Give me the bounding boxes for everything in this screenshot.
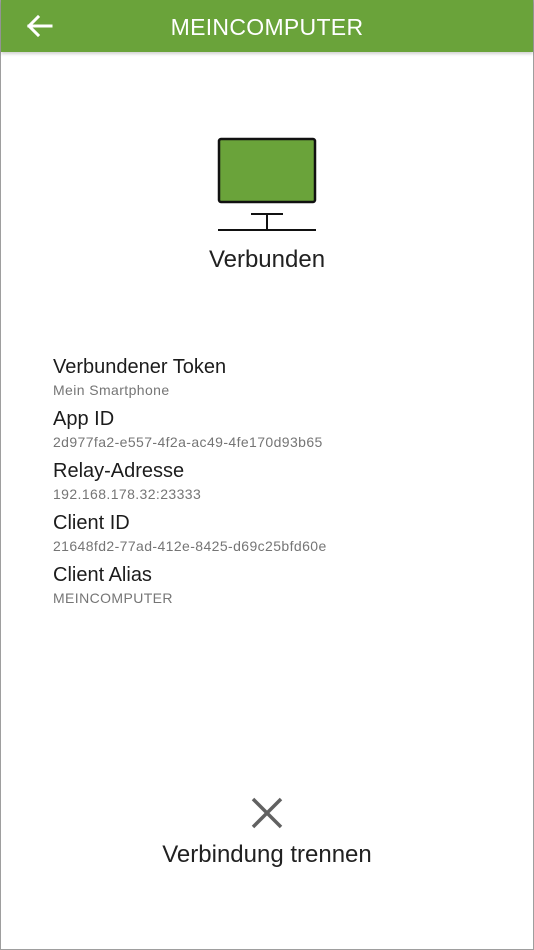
disconnect-label: Verbindung trennen [162, 841, 372, 868]
detail-label: Client Alias [53, 564, 152, 586]
connection-detail-screen: MEINCOMPUTER Verbunden Verbundener Token… [0, 0, 534, 950]
detail-value: 21648fd2-77ad-412e-8425-d69c25bfd60e [53, 538, 327, 554]
detail-row-client-alias: Client Alias MEINCOMPUTER [53, 563, 493, 615]
detail-label: Verbundener Token [53, 356, 227, 378]
detail-label: App ID [53, 408, 115, 430]
connection-details: Verbundener Token Mein Smartphone App ID… [53, 355, 493, 615]
status-text: Verbunden [208, 246, 326, 273]
detail-value: 2d977fa2-e557-4f2a-ac49-4fe170d93b65 [53, 434, 323, 450]
detail-value: 192.168.178.32:23333 [53, 486, 202, 502]
disconnect-button[interactable]: Verbindung trennen [1, 796, 533, 869]
detail-row-app-id: App ID 2d977fa2-e557-4f2a-ac49-4fe170d93… [53, 407, 493, 459]
detail-value: Mein Smartphone [53, 382, 170, 398]
close-icon [251, 797, 283, 829]
detail-row-relay-address: Relay-Adresse 192.168.178.32:23333 [53, 459, 493, 511]
detail-label: Relay-Adresse [53, 460, 185, 482]
detail-label: Client ID [53, 512, 130, 534]
monitor-icon [217, 137, 317, 231]
app-bar: MEINCOMPUTER [1, 0, 533, 52]
connection-status: Verbunden [1, 137, 533, 274]
detail-row-client-id: Client ID 21648fd2-77ad-412e-8425-d69c25… [53, 511, 493, 563]
page-title: MEINCOMPUTER [170, 14, 364, 40]
detail-row-token: Verbundener Token Mein Smartphone [53, 355, 493, 407]
detail-value: MEINCOMPUTER [53, 590, 173, 606]
